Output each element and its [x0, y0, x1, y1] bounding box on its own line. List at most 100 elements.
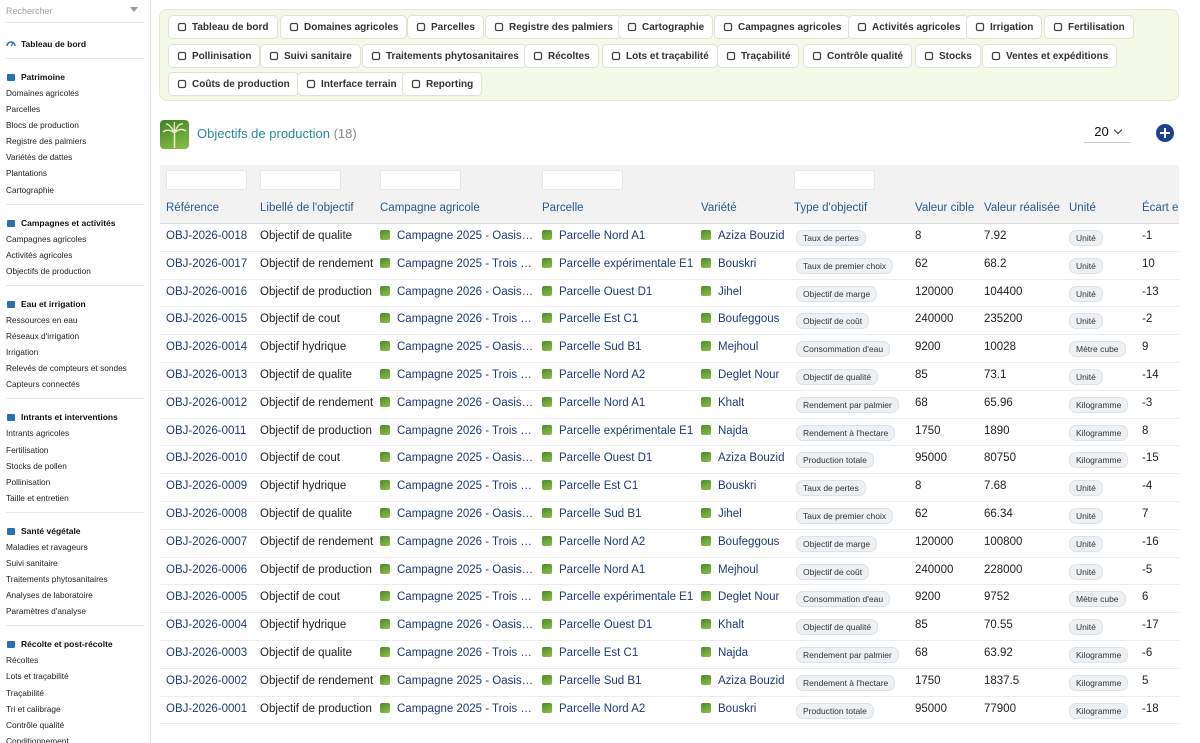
parcel-link[interactable]: Parcelle Ouest D1 — [542, 619, 652, 631]
parcel-link[interactable]: Parcelle expérimentale E1 — [542, 591, 693, 603]
nav-button[interactable]: Fertilisation — [1044, 15, 1134, 39]
parcel-link[interactable]: Parcelle expérimentale E1 — [542, 257, 693, 270]
table-row[interactable]: OBJ-2026-0010 Objectif de cout Campagne 20… — [160, 446, 1179, 475]
variety-link[interactable]: Jihel — [701, 508, 742, 520]
table-row[interactable]: OBJ-2026-0003 Objectif de qualite Campagne… — [160, 641, 1179, 669]
campaign-link[interactable]: Campagne 2026 - Trois … — [380, 424, 532, 437]
campaign-link[interactable]: Campagne 2025 - Oasis… — [380, 230, 532, 242]
campaign-link[interactable]: Campagne 2025 - Trois … — [380, 702, 532, 715]
nav-button[interactable]: Lots et traçabilité — [602, 44, 718, 68]
sidebar-item[interactable]: Cartographie — [6, 182, 144, 198]
column-header[interactable]: Campagne agricole — [380, 202, 480, 214]
reference-link[interactable]: OBJ-2026-0017 — [166, 258, 247, 270]
sidebar-item[interactable]: Paramètres d'analyse — [6, 603, 144, 619]
nav-button[interactable]: Stocks — [915, 44, 981, 68]
reference-link[interactable]: OBJ-2026-0001 — [166, 703, 247, 715]
reference-link[interactable]: OBJ-2026-0018 — [166, 230, 247, 242]
table-row[interactable]: OBJ-2026-0004 Objectif hydrique Campagne 2… — [160, 613, 1179, 641]
sidebar-item[interactable]: Ressources en eau — [6, 312, 144, 328]
variety-link[interactable]: Najda — [701, 647, 748, 659]
sidebar-item[interactable]: Stocks de pollen — [6, 458, 144, 474]
table-row[interactable]: OBJ-2026-0013 Objectif de qualite Campagne… — [160, 363, 1179, 391]
campaign-link[interactable]: Campagne 2026 - Trois … — [380, 647, 532, 659]
sidebar-item[interactable]: Conditionnement — [6, 733, 144, 743]
table-row[interactable]: OBJ-2026-0001 Objectif de production Campa… — [160, 696, 1179, 725]
variety-link[interactable]: Khalt — [701, 619, 744, 631]
parcel-link[interactable]: Parcelle Sud B1 — [542, 508, 641, 520]
sidebar-section-title[interactable]: Récolte et post-récolte — [6, 636, 144, 652]
reference-link[interactable]: OBJ-2026-0006 — [166, 564, 247, 576]
nav-button[interactable]: Suivi sanitaire — [260, 44, 361, 68]
column-header[interactable]: Écart en — [1142, 202, 1179, 214]
campaign-link[interactable]: Campagne 2025 - Trois … — [380, 480, 532, 492]
nav-button[interactable]: Campagnes agricoles — [714, 15, 851, 39]
sidebar-item[interactable]: Irrigation — [6, 344, 144, 360]
reference-link[interactable]: OBJ-2026-0008 — [166, 508, 247, 520]
reference-link[interactable]: OBJ-2026-0009 — [166, 480, 247, 492]
sidebar-section-title[interactable]: Patrimoine — [6, 69, 144, 85]
sidebar-item[interactable]: Maladies et ravageurs — [6, 539, 144, 555]
variety-link[interactable]: Mejhoul — [701, 563, 758, 576]
nav-button[interactable]: Interface terrain — [297, 72, 406, 96]
column-header[interactable]: Valeur cible — [915, 202, 974, 214]
table-row[interactable]: OBJ-2026-0012 Objectif de rendement Campag… — [160, 390, 1179, 419]
campaign-link[interactable]: Campagne 2025 - Oasis… — [380, 563, 532, 576]
campaign-link[interactable]: Campagne 2025 - Trois … — [380, 369, 532, 381]
sidebar-item[interactable]: Réseaux d'irrigation — [6, 328, 144, 344]
nav-button[interactable]: Cartographie — [618, 15, 714, 39]
campaign-link[interactable]: Campagne 2026 - Oasis… — [380, 508, 532, 520]
reference-link[interactable]: OBJ-2026-0012 — [166, 397, 247, 409]
campaign-link[interactable]: Campagne 2026 - Oasis… — [380, 619, 532, 631]
reference-link[interactable]: OBJ-2026-0014 — [166, 341, 247, 353]
campaign-link[interactable]: Campagne 2026 - Oasis… — [380, 285, 532, 298]
sidebar-item[interactable]: Pollinisation — [6, 474, 144, 490]
table-row[interactable]: OBJ-2026-0008 Objectif de qualite Campagne… — [160, 502, 1179, 530]
nav-button[interactable]: Reporting — [402, 72, 483, 96]
campaign-link[interactable]: Campagne 2025 - Oasis… — [380, 674, 532, 687]
sidebar-item[interactable]: Traçabilité — [6, 685, 144, 701]
column-header[interactable]: Référence — [166, 202, 219, 214]
parcel-link[interactable]: Parcelle Nord A1 — [542, 396, 645, 409]
table-row[interactable]: OBJ-2026-0018 Objectif de qualite Campagne… — [160, 224, 1179, 252]
nav-button[interactable]: Pollinisation — [168, 44, 261, 68]
table-row[interactable]: OBJ-2026-0005 Objectif de cout Campagne 20… — [160, 585, 1179, 614]
table-row[interactable]: OBJ-2026-0017 Objectif de rendement Campag… — [160, 251, 1179, 280]
parcel-link[interactable]: Parcelle Sud B1 — [542, 674, 641, 687]
reference-link[interactable]: OBJ-2026-0005 — [166, 591, 247, 603]
parcel-link[interactable]: Parcelle Nord A1 — [542, 563, 645, 576]
table-row[interactable]: OBJ-2026-0006 Objectif de production Campa… — [160, 557, 1179, 586]
column-header[interactable]: Parcelle — [542, 202, 584, 214]
variety-link[interactable]: Bouskri — [701, 480, 756, 492]
nav-button[interactable]: Ventes et expéditions — [982, 44, 1118, 68]
filter-parcelle-input[interactable] — [542, 170, 623, 190]
campaign-link[interactable]: Campagne 2026 - Oasis… — [380, 396, 532, 409]
variety-link[interactable]: Bouskri — [701, 702, 756, 715]
parcel-link[interactable]: Parcelle Ouest D1 — [542, 285, 652, 298]
table-row[interactable]: OBJ-2026-0014 Objectif hydrique Campagne 2… — [160, 335, 1179, 363]
campaign-link[interactable]: Campagne 2025 - Trois … — [380, 257, 532, 270]
sidebar-item[interactable]: Registre des palmiers — [6, 133, 144, 149]
filter-type-input[interactable] — [794, 170, 875, 190]
filter-libelle-input[interactable] — [260, 170, 341, 190]
sidebar-item[interactable]: Taille et entretien — [6, 490, 144, 506]
column-header[interactable]: Type d'objectif — [794, 202, 867, 214]
sidebar-item[interactable]: Parcelles — [6, 101, 144, 117]
sidebar-section-title[interactable]: Campagnes et activités — [6, 215, 144, 231]
nav-button[interactable]: Tableau de bord — [168, 15, 278, 39]
sidebar-item[interactable]: Campagnes agricoles — [6, 231, 144, 247]
sidebar-item[interactable]: Contrôle qualité — [6, 717, 144, 733]
reference-link[interactable]: OBJ-2026-0013 — [166, 369, 247, 381]
parcel-link[interactable]: Parcelle Nord A1 — [542, 230, 645, 242]
nav-button[interactable]: Registre des palmiers — [485, 15, 622, 39]
variety-link[interactable]: Jihel — [701, 285, 742, 298]
parcel-link[interactable]: Parcelle Nord A2 — [542, 702, 645, 715]
filter-reference-input[interactable] — [166, 170, 247, 190]
table-row[interactable]: OBJ-2026-0002 Objectif de rendement Campag… — [160, 668, 1179, 697]
page-size-select[interactable]: 20 — [1084, 121, 1131, 143]
sidebar-dashboard-link[interactable]: Tableau de bord — [6, 36, 144, 52]
table-row[interactable]: OBJ-2026-0016 Objectif de production Campa… — [160, 279, 1179, 308]
reference-link[interactable]: OBJ-2026-0002 — [166, 675, 247, 687]
campaign-link[interactable]: Campagne 2026 - Trois … — [380, 535, 532, 548]
variety-link[interactable]: Aziza Bouzid — [701, 674, 784, 687]
variety-link[interactable]: Boufeggous — [701, 535, 779, 548]
